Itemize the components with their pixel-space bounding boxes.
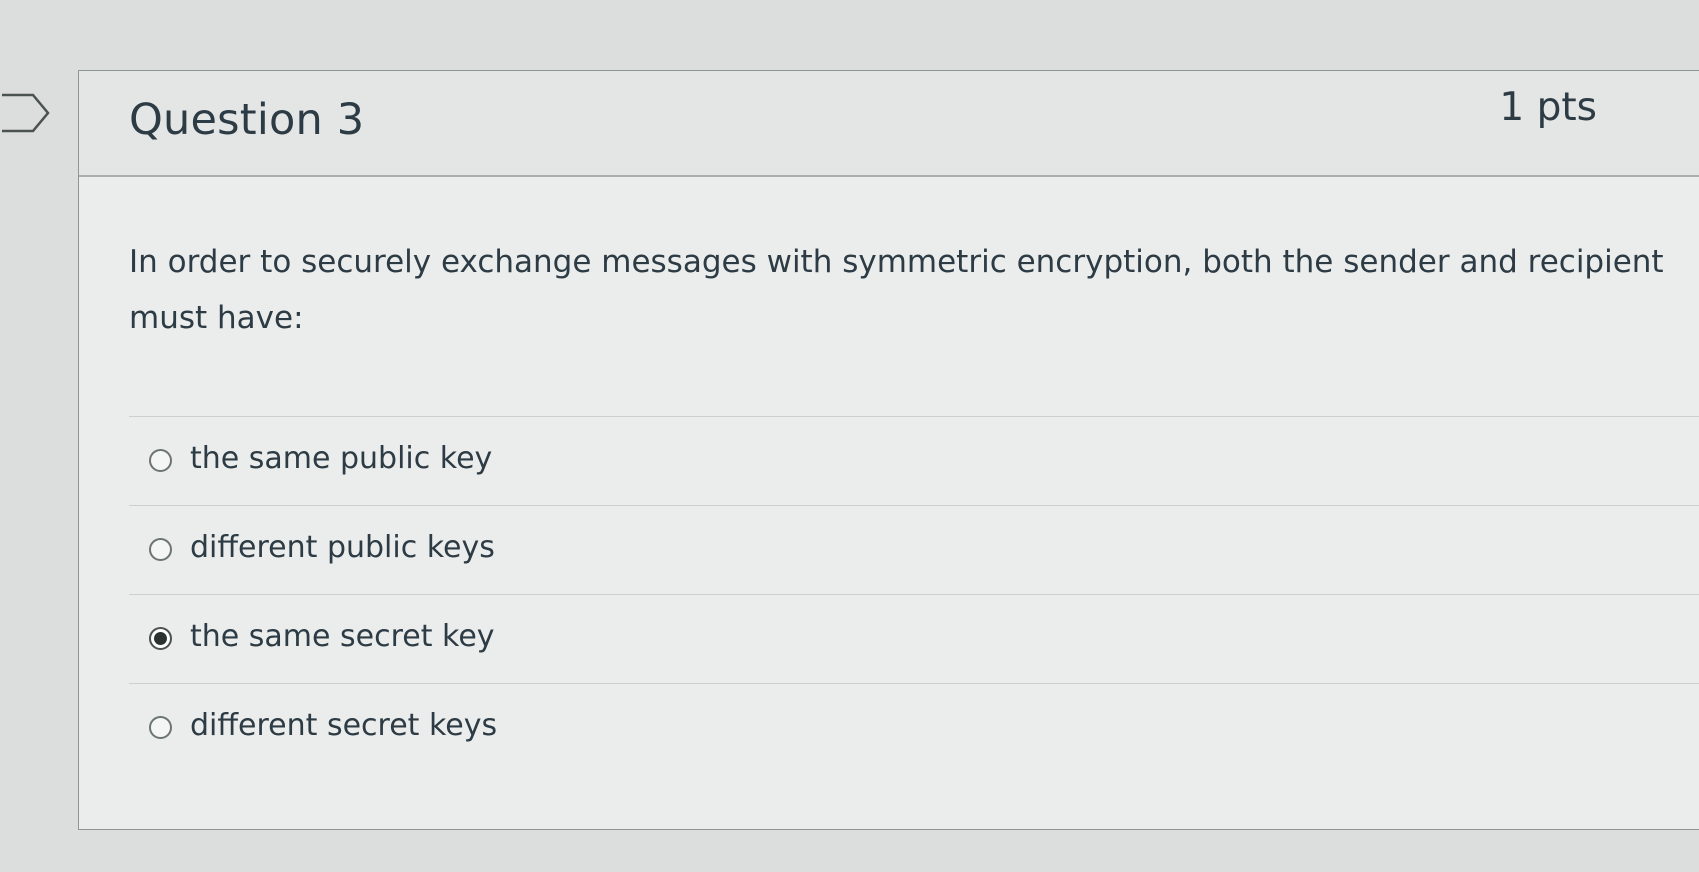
answer-option[interactable]: different public keys xyxy=(129,505,1699,594)
answer-label[interactable]: the same secret key xyxy=(190,619,495,654)
answer-option[interactable]: the same secret key xyxy=(129,594,1699,683)
answer-list: the same public key different public key… xyxy=(129,416,1699,772)
answer-label[interactable]: different public keys xyxy=(190,530,495,565)
radio-button[interactable] xyxy=(149,716,172,739)
answer-label[interactable]: the same public key xyxy=(190,441,492,476)
answer-option[interactable]: different secret keys xyxy=(129,683,1699,772)
radio-button[interactable] xyxy=(149,449,172,472)
flag-question-icon[interactable] xyxy=(0,93,52,133)
question-points: 1 pts xyxy=(1499,85,1597,130)
question-title: Question 3 xyxy=(129,95,365,145)
answer-label[interactable]: different secret keys xyxy=(190,708,497,743)
question-card: Question 3 1 pts In order to securely ex… xyxy=(78,70,1699,830)
question-header: Question 3 1 pts xyxy=(79,71,1699,177)
answer-option[interactable]: the same public key xyxy=(129,416,1699,505)
radio-button[interactable] xyxy=(149,627,172,650)
radio-button[interactable] xyxy=(149,538,172,561)
question-text: In order to securely exchange messages w… xyxy=(129,244,1664,336)
